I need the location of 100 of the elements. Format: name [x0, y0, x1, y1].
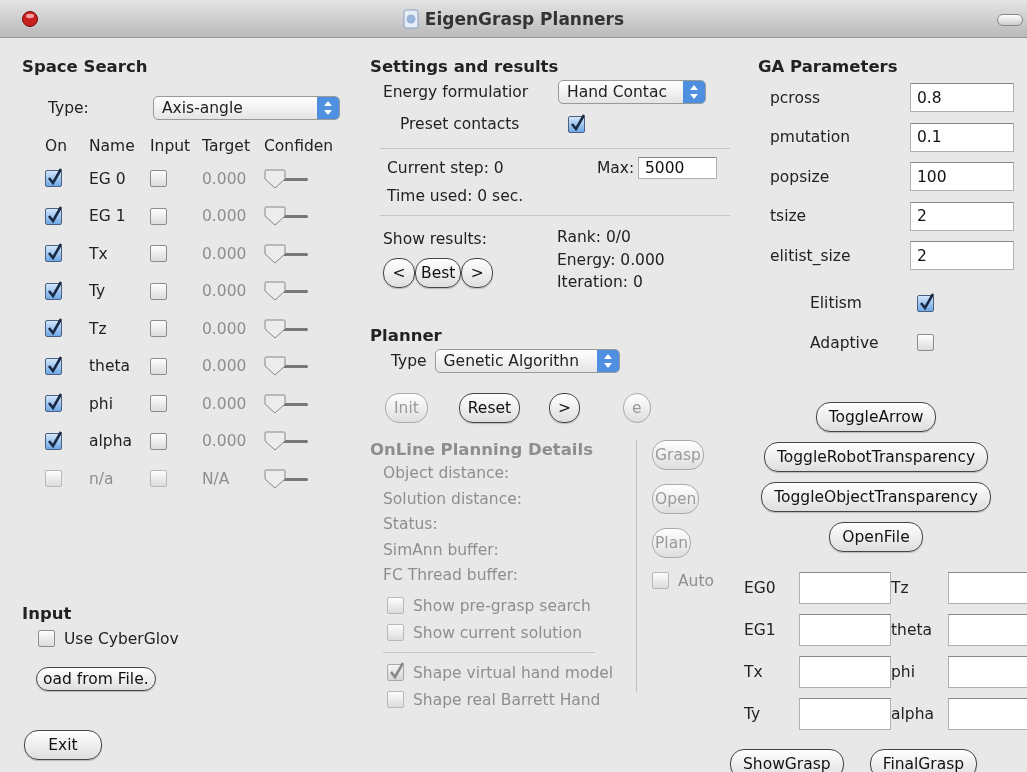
- input-checkbox[interactable]: [150, 320, 167, 338]
- dof-name: phi: [89, 394, 113, 413]
- max-label: Max:: [597, 159, 636, 177]
- grasp-button[interactable]: FinalGrasp: [869, 748, 978, 772]
- slider-thumb[interactable]: [264, 206, 286, 227]
- checkbox[interactable]: [38, 630, 55, 647]
- detail-label: Object distance:: [383, 464, 510, 483]
- dof-label: EG0: [744, 578, 776, 597]
- checkbox-label: Auto: [678, 571, 714, 590]
- input-checkbox[interactable]: [150, 395, 167, 413]
- input-checkbox[interactable]: [150, 432, 167, 450]
- checkbox[interactable]: [917, 294, 934, 312]
- target-value: 0.000: [202, 357, 247, 376]
- on-checkbox[interactable]: [45, 282, 62, 300]
- confidence-slider[interactable]: [264, 393, 308, 414]
- toggle-button[interactable]: ToggleRobotTransparency: [763, 441, 989, 472]
- exit-button[interactable]: Exit: [24, 729, 102, 760]
- section-title: Planner: [370, 324, 443, 347]
- target-value: 0.000: [202, 282, 247, 301]
- dof-field[interactable]: [948, 571, 1027, 604]
- slider-thumb[interactable]: [264, 356, 286, 377]
- type-dropdown[interactable]: Axis-angle: [153, 96, 340, 120]
- input-checkbox[interactable]: [150, 170, 167, 188]
- max-field[interactable]: 5000: [638, 157, 717, 179]
- checkbox[interactable]: [917, 334, 934, 352]
- on-checkbox[interactable]: [45, 432, 62, 450]
- dof-label: theta: [891, 620, 932, 639]
- dof-field[interactable]: [799, 613, 891, 646]
- param-label: popsize: [770, 167, 831, 186]
- param-field[interactable]: 2: [910, 241, 1014, 271]
- toggle-button[interactable]: ToggleArrow: [815, 401, 937, 432]
- slider-thumb[interactable]: [264, 431, 286, 452]
- dof-name: theta: [89, 357, 130, 376]
- dof-label: Tz: [891, 578, 909, 597]
- param-field[interactable]: 100: [910, 162, 1014, 192]
- confidence-slider[interactable]: [264, 431, 308, 452]
- confidence-slider[interactable]: [264, 206, 308, 227]
- slider-thumb[interactable]: [264, 168, 286, 189]
- dof-field[interactable]: [799, 571, 891, 604]
- confidence-slider[interactable]: [264, 468, 308, 489]
- dof-field[interactable]: [948, 697, 1027, 730]
- on-checkbox[interactable]: [45, 320, 62, 338]
- dof-label: Ty: [744, 704, 761, 723]
- on-checkbox[interactable]: [45, 170, 62, 188]
- result-button[interactable]: Best: [415, 258, 462, 288]
- slider-thumb[interactable]: [264, 318, 286, 339]
- spinner-arrows-icon: [683, 81, 705, 103]
- section-title: OnLine Planning Details: [370, 438, 594, 461]
- column-header: Confiden: [264, 136, 335, 157]
- target-value: 0.000: [202, 244, 247, 263]
- param-label: pcross: [770, 88, 822, 107]
- target-value: 0.000: [202, 207, 247, 226]
- column-header: Target: [202, 136, 251, 157]
- dof-field[interactable]: [948, 613, 1027, 646]
- spinner-arrows-icon: [317, 97, 339, 119]
- show-results-label: Show results:: [383, 229, 488, 250]
- checkbox-label: Shape virtual hand model: [413, 663, 614, 682]
- column-header: On: [45, 136, 69, 157]
- result-button[interactable]: >: [461, 258, 494, 288]
- checkbox[interactable]: [568, 115, 585, 133]
- close-icon[interactable]: [22, 11, 38, 27]
- confidence-slider[interactable]: [264, 318, 308, 339]
- input-checkbox[interactable]: [150, 282, 167, 300]
- input-checkbox[interactable]: [150, 207, 167, 225]
- on-checkbox[interactable]: [45, 395, 62, 413]
- param-field[interactable]: 0.1: [910, 122, 1014, 152]
- window-pill-button[interactable]: [997, 14, 1023, 26]
- confidence-slider[interactable]: [264, 356, 308, 377]
- grasp-button[interactable]: ShowGrasp: [730, 748, 844, 772]
- slider-thumb[interactable]: [264, 243, 286, 264]
- input-checkbox[interactable]: [150, 245, 167, 263]
- dof-field[interactable]: [799, 655, 891, 688]
- energy-label: Energy formulatior: [383, 83, 530, 101]
- confidence-slider[interactable]: [264, 243, 308, 264]
- dof-field[interactable]: [948, 655, 1027, 688]
- param-field[interactable]: 0.8: [910, 83, 1014, 113]
- result-button[interactable]: <: [383, 258, 415, 288]
- time-used: Time used: 0 sec.: [387, 187, 524, 205]
- energy-dropdown[interactable]: Hand Contac: [558, 80, 706, 104]
- confidence-slider[interactable]: [264, 281, 308, 302]
- planner-type-dropdown[interactable]: Genetic Algorithn: [434, 348, 620, 373]
- param-field[interactable]: 2: [910, 201, 1014, 231]
- checkbox-label: Show current solution: [413, 623, 582, 642]
- on-checkbox[interactable]: [45, 357, 62, 375]
- confidence-slider[interactable]: [264, 168, 308, 189]
- checkbox-label: Elitism: [810, 294, 863, 313]
- planner-button[interactable]: >: [549, 392, 581, 423]
- load-file-button[interactable]: oad from File.: [36, 666, 156, 691]
- dof-field[interactable]: [799, 697, 891, 730]
- toggle-button[interactable]: ToggleObjectTransparency: [761, 481, 991, 512]
- input-checkbox[interactable]: [150, 357, 167, 375]
- section-title: Input: [22, 602, 73, 625]
- toggle-button[interactable]: OpenFile: [829, 521, 923, 552]
- planner-type-label: Type: [391, 351, 427, 370]
- dof-label: EG1: [744, 620, 776, 639]
- planner-button[interactable]: Reset: [458, 392, 521, 423]
- on-checkbox[interactable]: [45, 245, 62, 263]
- slider-thumb[interactable]: [264, 281, 286, 302]
- slider-thumb[interactable]: [264, 393, 286, 414]
- on-checkbox[interactable]: [45, 207, 62, 225]
